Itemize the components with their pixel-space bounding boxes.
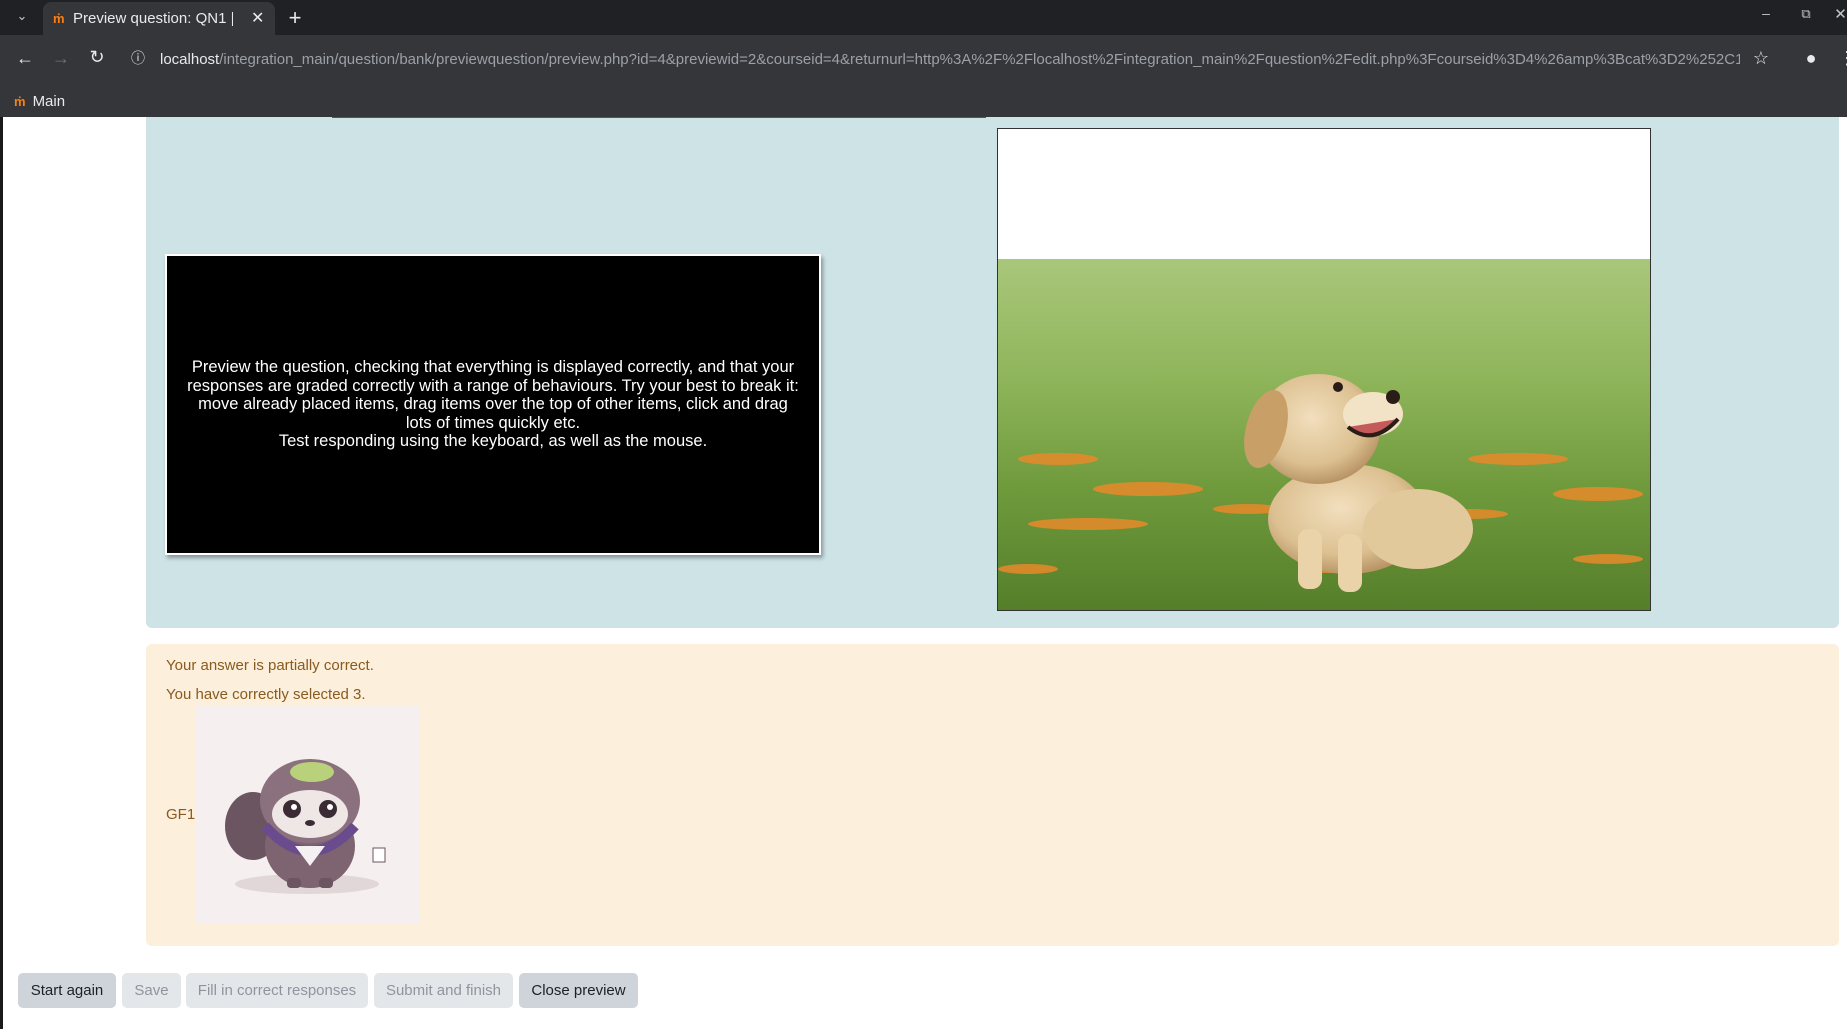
tanuki-mascot-image — [225, 759, 386, 894]
feedback-item-image — [195, 706, 420, 924]
bookmark-star-icon[interactable]: ☆ — [1750, 49, 1772, 71]
puppy-photo — [998, 129, 1650, 610]
back-arrow-icon[interactable]: ← — [14, 49, 36, 71]
instructions-line-2: Test responding using the keyboard, as w… — [278, 432, 708, 451]
feedback-status: Your answer is partially correct. — [166, 657, 374, 674]
moodle-icon: ṁ — [53, 11, 65, 26]
drop-zone-top-edge — [332, 117, 986, 118]
save-button[interactable]: Save — [122, 973, 181, 1008]
submit-and-finish-button[interactable]: Submit and finish — [374, 973, 513, 1008]
tab-close-icon[interactable]: ✕ — [251, 8, 264, 28]
instructions-text: Preview the question, checking that ever… — [185, 358, 801, 451]
bookmarks-bar: ṁ Main — [0, 85, 1847, 117]
new-tab-plus-icon[interactable]: + — [285, 7, 305, 29]
bookmark-label: Main — [32, 92, 66, 110]
feedback-panel: Your answer is partially correct. You ha… — [146, 644, 1839, 946]
url-host: localhost — [160, 51, 220, 68]
browser-tab-active[interactable]: ṁ Preview question: QN1 | ✕ — [43, 2, 275, 35]
start-again-button[interactable]: Start again — [18, 973, 116, 1008]
profile-icon[interactable]: ● — [1800, 49, 1822, 71]
close-preview-button[interactable]: Close preview — [519, 973, 638, 1008]
url-path: /integration_main/question/bank/previewq… — [219, 51, 1740, 68]
site-info-icon[interactable]: ⓘ — [129, 51, 147, 69]
draggable-instructions-box[interactable]: Preview the question, checking that ever… — [165, 254, 821, 555]
browser-tab-bar: ⌄ ṁ Preview question: QN1 | ✕ + – ⧉ ✕ — [0, 0, 1847, 35]
address-bar[interactable]: localhost/integration_main/question/bank… — [160, 44, 1740, 76]
feedback-detail: You have correctly selected 3. — [166, 686, 366, 703]
instructions-line-1: Preview the question, checking that ever… — [187, 358, 799, 432]
forward-arrow-icon[interactable]: → — [50, 49, 72, 71]
window-close-icon[interactable]: ✕ — [1834, 7, 1847, 27]
minimize-icon[interactable]: – — [1756, 6, 1776, 26]
background-image-puppy — [997, 128, 1651, 611]
bookmark-main[interactable]: ṁ Main — [14, 87, 65, 115]
tab-title: Preview question: QN1 | — [73, 10, 233, 27]
tab-list-chevron-icon[interactable]: ⌄ — [12, 9, 32, 27]
reload-icon[interactable]: ↻ — [86, 48, 108, 70]
restore-icon[interactable]: ⧉ — [1796, 7, 1816, 27]
moodle-icon: ṁ — [14, 93, 26, 109]
browser-menu-icon[interactable]: ⋮ — [1838, 49, 1847, 71]
fill-correct-responses-button[interactable]: Fill in correct responses — [186, 973, 368, 1008]
feedback-item-label: GF1 — [166, 806, 196, 823]
page-left-edge — [0, 117, 3, 1029]
